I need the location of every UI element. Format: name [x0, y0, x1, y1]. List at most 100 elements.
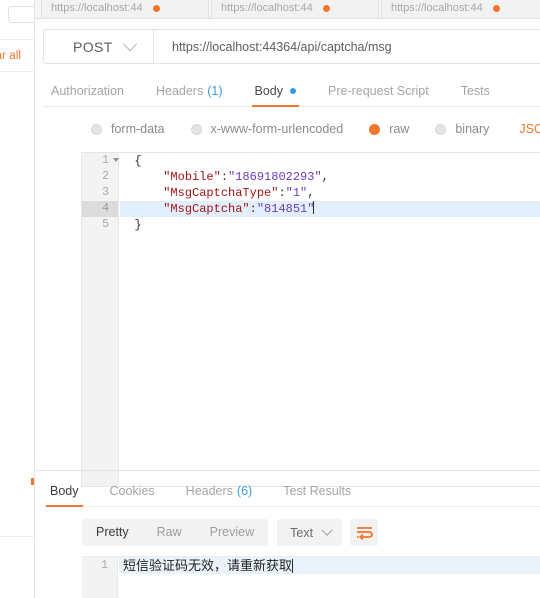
line-number: 2: [102, 170, 109, 183]
code-line: "Mobile":"18691802293",: [120, 169, 540, 185]
response-tab-headers[interactable]: Headers (6): [186, 475, 253, 507]
postman-window: Clear all a/ a/pt a/pt a/pt a/i a/i a/i …: [0, 0, 540, 598]
response-section-tabs: Body Cookies Headers (6) Test Results: [43, 475, 540, 507]
request-tab[interactable]: https://localhost:44: [381, 0, 540, 18]
gutter-line: 3: [82, 185, 118, 201]
fold-triangle-icon[interactable]: [113, 158, 119, 162]
response-code-area[interactable]: 短信验证码无效，请重新获取: [119, 557, 540, 598]
history-item[interactable]: a/pt: [0, 192, 34, 220]
view-mode-preview[interactable]: Preview: [196, 519, 268, 546]
history-item[interactable]: a/pt: [0, 245, 34, 273]
tab-label: Headers: [155, 84, 204, 98]
request-tab[interactable]: https://localhost:44: [41, 0, 209, 18]
code-line-active: "MsgCaptcha":"814851": [120, 201, 540, 217]
request-tab-label: https://localhost:44: [51, 2, 143, 14]
headers-count: (1): [207, 84, 223, 98]
history-item-line2: pt: [0, 154, 34, 168]
sidebar-divider: [0, 536, 34, 537]
radio-raw[interactable]: raw: [369, 122, 409, 136]
method-selector[interactable]: POST: [44, 30, 154, 63]
radio-icon: [190, 123, 202, 135]
method-label: POST: [73, 38, 113, 55]
radio-label: form-data: [111, 122, 165, 136]
chevron-down-icon: [122, 36, 137, 51]
code-line: {: [120, 153, 540, 169]
code-line: }: [120, 217, 540, 233]
history-item[interactable]: a/i: [0, 396, 34, 410]
response-tab-cookies[interactable]: Cookies: [110, 475, 155, 507]
tab-body[interactable]: Body: [251, 76, 299, 107]
json-colon: :: [220, 170, 229, 184]
request-tab[interactable]: https://localhost:44: [211, 0, 379, 18]
gutter-line-active: 4: [82, 201, 118, 217]
json-value: "814851": [256, 202, 315, 216]
chevron-down-icon: [321, 524, 333, 536]
response-body-viewer[interactable]: 1 短信验证码无效，请重新获取: [82, 556, 540, 598]
response-divider[interactable]: [35, 470, 540, 471]
json-value: "1": [285, 186, 308, 200]
tab-label: Body: [50, 483, 79, 498]
radio-icon-selected: [369, 123, 381, 135]
text-cursor: [313, 201, 315, 214]
radio-label: binary: [455, 122, 490, 136]
json-comma: ,: [307, 186, 315, 200]
line-number: 1: [102, 154, 109, 167]
view-mode-raw[interactable]: Raw: [143, 519, 196, 546]
gutter-line: 5: [82, 217, 118, 233]
line-number: 4: [102, 202, 109, 215]
content-type-selector[interactable]: JSON (applicati: [519, 122, 540, 136]
response-body-text: 短信验证码无效，请重新获取: [119, 557, 540, 574]
radio-form-data[interactable]: form-data: [91, 122, 165, 136]
response-headers-count: (6): [236, 483, 253, 498]
response-view-mode-group: Pretty Raw Preview: [82, 519, 269, 546]
tab-tests[interactable]: Tests: [461, 76, 490, 107]
radio-label: x-www-form-urlencoded: [210, 122, 344, 136]
sidebar-search-stub[interactable]: [8, 6, 34, 23]
history-item[interactable]: a/itc: [0, 452, 34, 480]
history-item[interactable]: a/: [0, 93, 34, 107]
radio-label: raw: [389, 122, 410, 136]
clear-all-button[interactable]: Clear all: [0, 50, 34, 62]
word-wrap-button[interactable]: [350, 519, 379, 546]
history-item[interactable]: a/pt: [0, 140, 34, 168]
history-item[interactable]: a/i: [0, 348, 34, 362]
gutter-line: 2: [82, 169, 118, 185]
tab-headers[interactable]: Headers (1): [156, 76, 223, 107]
tab-pre-request-script[interactable]: Pre-request Script: [328, 76, 429, 107]
response-tab-body[interactable]: Body: [46, 475, 82, 507]
sidebar-divider: [0, 71, 34, 72]
radio-x-www-form-urlencoded[interactable]: x-www-form-urlencoded: [190, 122, 344, 136]
code-line: "MsgCaptchaType":"1",: [120, 185, 540, 201]
unsaved-dot-icon: [322, 5, 330, 12]
history-item-line2: pt: [0, 206, 34, 220]
tab-label: Body: [254, 84, 284, 98]
editor-code-area[interactable]: { "Mobile":"18691802293", "MsgCaptchaTyp…: [120, 153, 540, 486]
request-tab-strip: https://localhost:44 https://localhost:4…: [35, 0, 540, 19]
history-sidebar: Clear all a/ a/pt a/pt a/pt a/i a/i a/i …: [0, 0, 35, 598]
line-number: 3: [102, 186, 109, 199]
code-punct: {: [134, 154, 142, 168]
response-line-number: 1: [101, 559, 108, 572]
json-key: "MsgCaptcha": [163, 202, 250, 216]
json-key: "Mobile": [163, 170, 221, 184]
line-number: 5: [102, 218, 109, 231]
request-body-editor[interactable]: 1 2 3 4 5 { "Mobile":"18691802293", "Msg…: [81, 152, 540, 487]
view-mode-pretty[interactable]: Pretty: [82, 519, 143, 546]
url-input[interactable]: https://localhost:44364/api/captcha/msg: [154, 40, 392, 54]
tab-label: Headers: [185, 483, 233, 498]
json-value: "18691802293": [228, 170, 322, 184]
tab-label: Tests: [460, 84, 490, 98]
json-key: "MsgCaptchaType": [163, 186, 279, 200]
radio-binary[interactable]: binary: [435, 122, 489, 136]
history-item[interactable]: a/i: [0, 300, 34, 314]
response-tab-test-results[interactable]: Test Results: [283, 475, 351, 507]
history-item-line2: tc: [0, 466, 34, 480]
url-bar: POST https://localhost:44364/api/captcha…: [43, 29, 540, 64]
json-colon: :: [278, 186, 286, 200]
request-response-panel: https://localhost:44 https://localhost:4…: [35, 0, 540, 598]
request-tab-label: https://localhost:44: [221, 2, 313, 14]
response-format-selector[interactable]: Text: [277, 519, 343, 546]
tab-label: Authorization: [51, 84, 124, 98]
tab-authorization[interactable]: Authorization: [51, 76, 124, 107]
editor-gutter: 1 2 3 4 5: [82, 153, 119, 486]
